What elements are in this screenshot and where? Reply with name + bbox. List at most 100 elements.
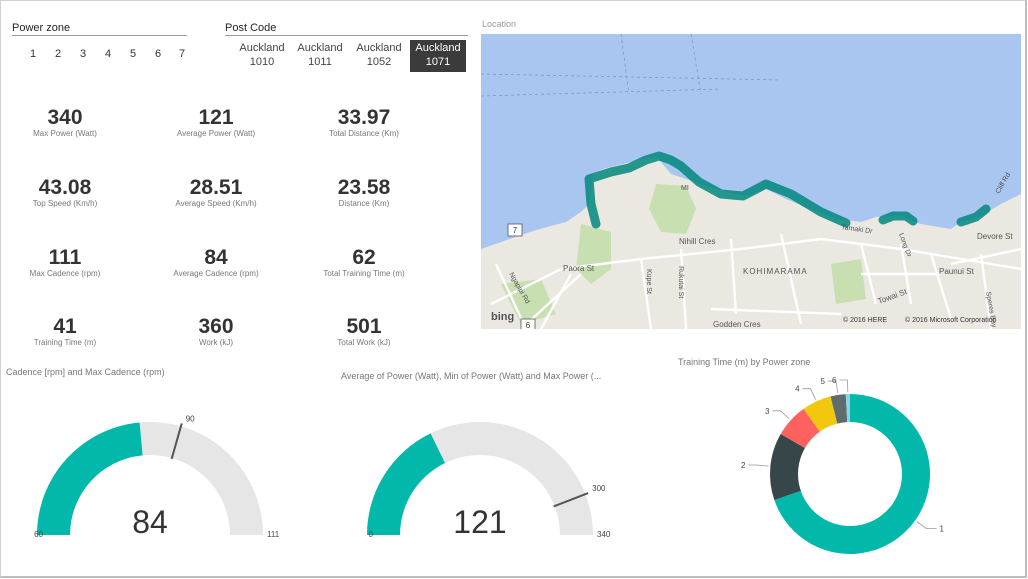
road-shield-6-label: 6 xyxy=(526,321,531,329)
kpi-card: 23.58 Distance (Km) xyxy=(294,176,434,209)
gauge-max-label: 340 xyxy=(597,530,611,539)
route-segment-2[interactable] xyxy=(878,211,918,226)
kpi-card-value: 28.51 xyxy=(189,176,243,199)
donut-leader-line xyxy=(772,410,790,420)
donut-category-label: 5 xyxy=(821,377,826,386)
donut-chart[interactable]: 1 2 3 4 5 6 xyxy=(700,370,1020,570)
donut-leader-line xyxy=(916,521,937,529)
location-map[interactable]: 7 6 Nihill Cres KOHIMARAMA Paora St Kupe… xyxy=(481,34,1021,329)
post-code-item-code: 1052 xyxy=(366,56,392,68)
kpi-card-value: 43.08 xyxy=(38,176,92,199)
gauge-value-label: 121 xyxy=(453,504,506,540)
location-title: Location xyxy=(482,19,517,29)
post-code-item[interactable]: Auckland 1052 xyxy=(351,40,407,72)
kpi-card-label: Total Training Time (m) xyxy=(323,269,405,278)
post-code-item[interactable]: Auckland 1010 xyxy=(234,40,290,72)
map-park xyxy=(831,259,866,304)
kpi-card-label: Training Time (m) xyxy=(33,338,97,347)
power-zone-item-1[interactable]: 1 xyxy=(24,48,42,60)
donut-category-label: 2 xyxy=(741,461,746,470)
map-label-godden: Godden Cres xyxy=(713,320,761,329)
kpi-card: 360 Work (kJ) xyxy=(146,315,286,348)
kpi-card-value: 23.58 xyxy=(337,176,391,199)
donut-category-label: 6 xyxy=(832,376,837,385)
kpi-card-value: 41 xyxy=(53,315,77,338)
kpi-card: 340 Max Power (Watt) xyxy=(0,107,135,139)
donut-category-label: 1 xyxy=(940,525,945,534)
kpi-card-value: 84 xyxy=(204,246,228,269)
donut-category-label: 3 xyxy=(765,407,770,416)
kpi-card-label: Average Power (Watt) xyxy=(176,129,256,138)
kpi-card: 28.51 Average Speed (Km/h) xyxy=(146,176,286,209)
kpi-card-value: 121 xyxy=(198,106,234,129)
kpi-card: 41 Training Time (m) xyxy=(0,315,135,348)
map-label-devore: Devore St xyxy=(977,232,1013,241)
road-shield-7-label: 7 xyxy=(513,226,518,235)
power-zone-item-2[interactable]: 2 xyxy=(49,48,67,60)
gauge-target-label: 90 xyxy=(186,414,195,423)
kpi-card-label: Top Speed (Km/h) xyxy=(32,199,98,208)
gauge-max-label: 111 xyxy=(267,530,280,539)
kpi-card: 501 Total Work (kJ) xyxy=(294,315,434,348)
gauge-fill[interactable] xyxy=(37,422,143,535)
post-code-item-code: 1010 xyxy=(249,56,275,68)
kpi-card: 84 Average Cadence (rpm) xyxy=(146,246,286,279)
post-code-item-city: Auckland xyxy=(356,42,402,54)
power-zone-slicer-rule xyxy=(12,35,187,36)
gauge-fill[interactable] xyxy=(367,433,446,535)
post-code-item-city: Auckland xyxy=(415,42,461,54)
map-copyright-microsoft: © 2016 Microsoft Corporation xyxy=(905,316,997,324)
kpi-card-label: Total Work (kJ) xyxy=(337,338,391,347)
gauge-cadence-title: Cadence [rpm] and Max Cadence (rpm) xyxy=(6,367,165,377)
post-code-item-code: 1011 xyxy=(308,56,332,68)
map-label-kupe: Kupe St xyxy=(645,269,652,294)
post-code-item-city: Auckland xyxy=(239,42,285,54)
kpi-card-label: Max Cadence (rpm) xyxy=(29,269,101,278)
post-code-slicer-rule xyxy=(225,35,468,36)
kpi-card: 62 Total Training Time (m) xyxy=(294,246,434,279)
gauge-power[interactable]: 121 0 340 300 xyxy=(330,380,630,550)
kpi-card-value: 111 xyxy=(48,246,82,269)
post-code-item[interactable]: Auckland 1071 xyxy=(410,40,466,72)
post-code-item-city: Auckland xyxy=(297,42,343,54)
kpi-card-label: Work (kJ) xyxy=(198,338,234,347)
map-label-kohimarama: KOHIMARAMA xyxy=(743,267,808,276)
donut-leader-line xyxy=(802,388,816,400)
post-code-slicer-title: Post Code xyxy=(225,22,277,34)
gauge-value-label: 84 xyxy=(132,504,168,540)
map-copyright-here: © 2016 HERE xyxy=(843,316,887,324)
map-label-paunui: Paunui St xyxy=(939,267,974,276)
kpi-card-value: 360 xyxy=(198,315,234,338)
post-code-item-code: 1071 xyxy=(425,56,451,68)
kpi-card-label: Average Cadence (rpm) xyxy=(173,269,259,278)
power-zone-item-3[interactable]: 3 xyxy=(74,48,92,60)
power-zone-item-5[interactable]: 5 xyxy=(124,48,142,60)
gauge-target-label: 300 xyxy=(592,484,606,493)
donut-title: Training Time (m) by Power zone xyxy=(678,357,811,367)
kpi-card-label: Distance (Km) xyxy=(338,199,390,208)
map-label-mission: MI xyxy=(681,185,689,192)
map-label-rukutai: Rukutai St xyxy=(677,266,684,298)
map-label-nihill: Nihill Cres xyxy=(679,237,715,246)
power-zone-item-7[interactable]: 7 xyxy=(173,48,191,60)
donut-leader-line xyxy=(748,464,769,467)
map-label-paora: Paora St xyxy=(563,264,595,273)
kpi-card: 43.08 Top Speed (Km/h) xyxy=(0,176,135,209)
power-zone-slicer-title: Power zone xyxy=(12,22,71,34)
map-canvas: 7 6 Nihill Cres KOHIMARAMA Paora St Kupe… xyxy=(481,34,1021,329)
kpi-card-label: Max Power (Watt) xyxy=(33,129,97,138)
kpi-card-value: 62 xyxy=(352,246,376,269)
gauge-cadence[interactable]: 84 60 111 90 xyxy=(0,380,300,550)
gauge-min-label: 0 xyxy=(369,530,374,539)
post-code-item[interactable]: Auckland 1011 xyxy=(292,40,348,72)
donut-category-label: 4 xyxy=(795,385,800,394)
bing-logo: bing xyxy=(491,311,514,323)
power-zone-item-6[interactable]: 6 xyxy=(149,48,167,60)
kpi-card: 33.97 Total Distance (Km) xyxy=(294,107,434,139)
gauge-min-label: 60 xyxy=(34,530,43,539)
kpi-card-label: Total Distance (Km) xyxy=(329,129,399,138)
power-zone-item-4[interactable]: 4 xyxy=(99,48,117,60)
kpi-card-value: 501 xyxy=(346,315,382,338)
donut-leader-line xyxy=(839,379,849,393)
kpi-card: 111 Max Cadence (rpm) xyxy=(0,246,135,279)
